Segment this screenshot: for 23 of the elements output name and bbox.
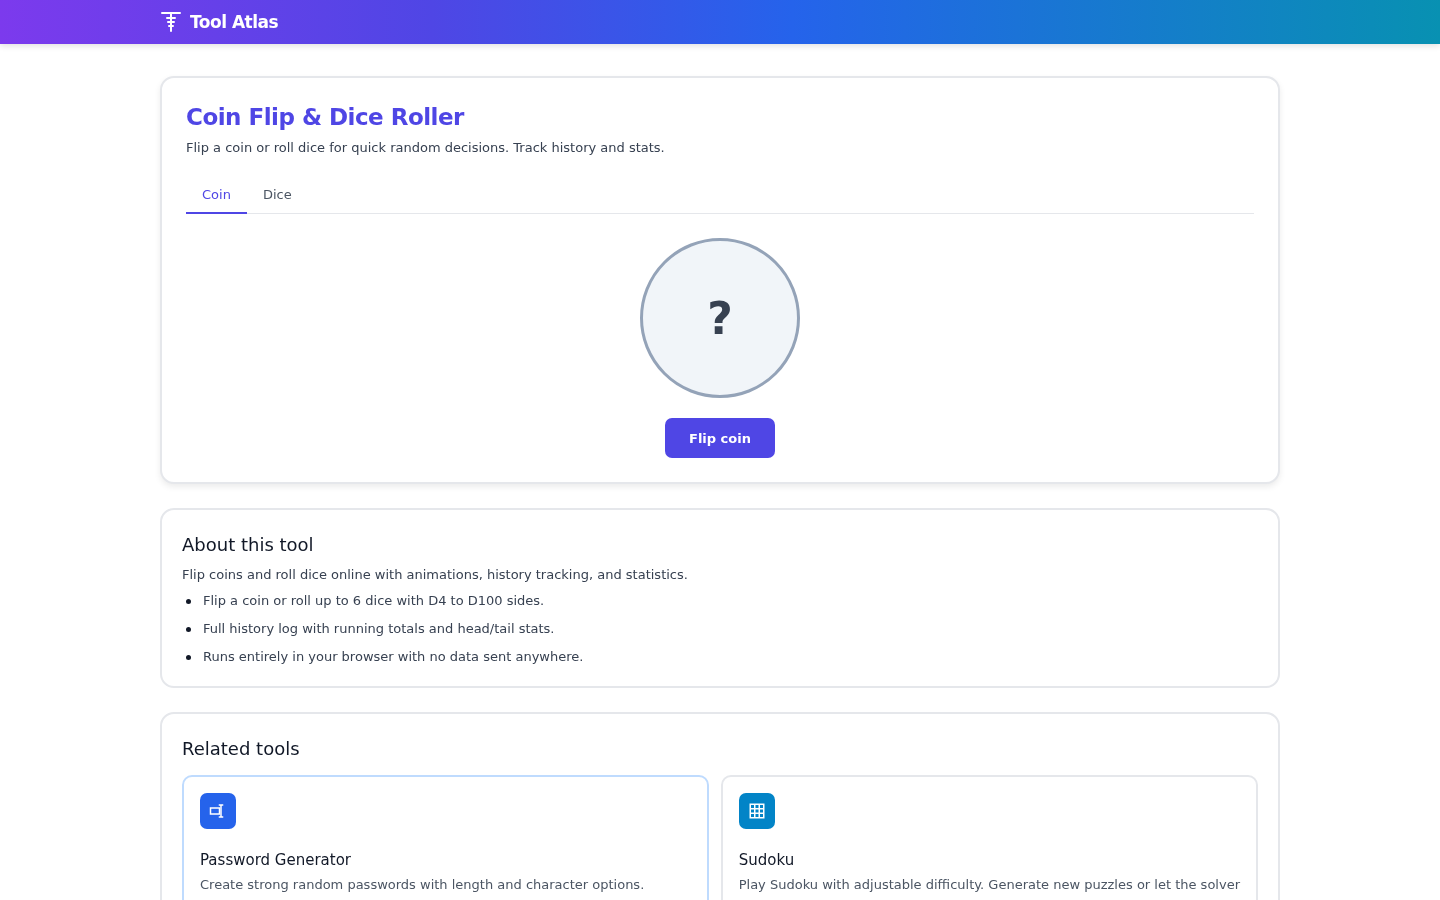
bullet-item: Flip a coin or roll up to 6 dice with D4 to D100 sides. [203,592,545,610]
page-title: Coin Flip & Dice Roller [186,104,466,130]
tool-description: Play Sudoku with adjustable difficulty. Generate new puzzles or let the solver [738,877,1240,892]
page-subtitle: Flip a coin or roll dice for quick random decisions. Track history and stats. [186,140,666,155]
bullet-item: Runs entirely in your browser with no data sent anywhere. [203,648,584,666]
bullet-icon [186,626,191,632]
tool-link-card[interactable]: Sudoku Play Sudoku with adjustable difficulty. Generate new puzzles or let the solver [720,775,1258,900]
coin: ? [640,238,800,398]
tool-link-card[interactable]: Password Generator Create strong random passwords with length and character options. [182,775,709,900]
section-heading: Related tools [182,738,301,759]
tool-name: Sudoku [738,851,796,869]
section-heading: About this tool [182,534,315,555]
tool-description: Create strong random passwords with length and character options. [200,877,646,892]
bullet-icon [186,654,191,660]
bullet-icon [186,598,191,604]
tool-name: Password Generator [200,851,352,869]
flip-button[interactable]: Flip coin [665,418,775,458]
tab[interactable]: Coin [186,177,247,214]
about-text: Flip coins and roll dice online with animations, history tracking, and statistics. [182,567,689,582]
brand-name[interactable]: Tool Atlas [190,12,279,32]
bullet-item: Full history log with running totals and head/tail stats. [203,620,555,638]
logo-icon [160,10,182,34]
tab[interactable]: Dice [246,177,308,214]
